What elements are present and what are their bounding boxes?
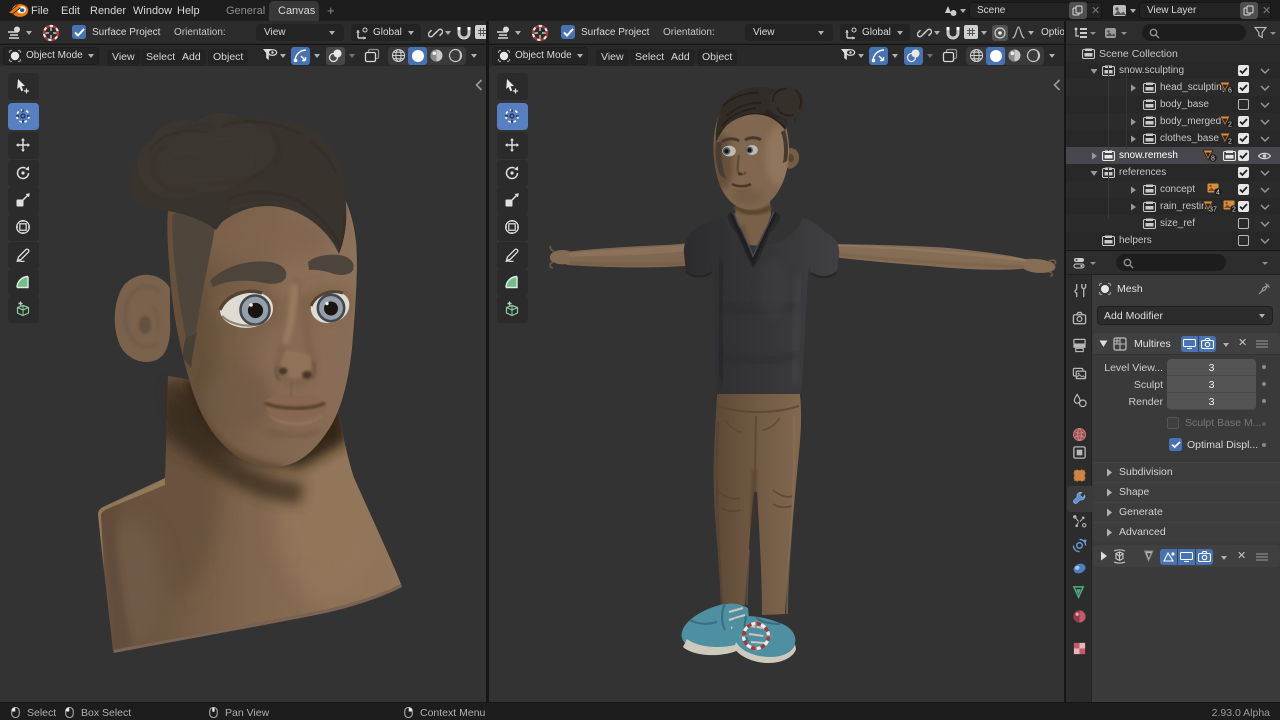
svg-text:4: 4 bbox=[1216, 190, 1220, 196]
svg-text:2: 2 bbox=[1232, 207, 1236, 213]
svg-text:6: 6 bbox=[1228, 88, 1232, 94]
svg-text:2: 2 bbox=[1228, 139, 1232, 145]
svg-text:8: 8 bbox=[1211, 156, 1215, 162]
svg-text:37: 37 bbox=[1209, 207, 1217, 213]
svg-text:2: 2 bbox=[1228, 122, 1232, 128]
